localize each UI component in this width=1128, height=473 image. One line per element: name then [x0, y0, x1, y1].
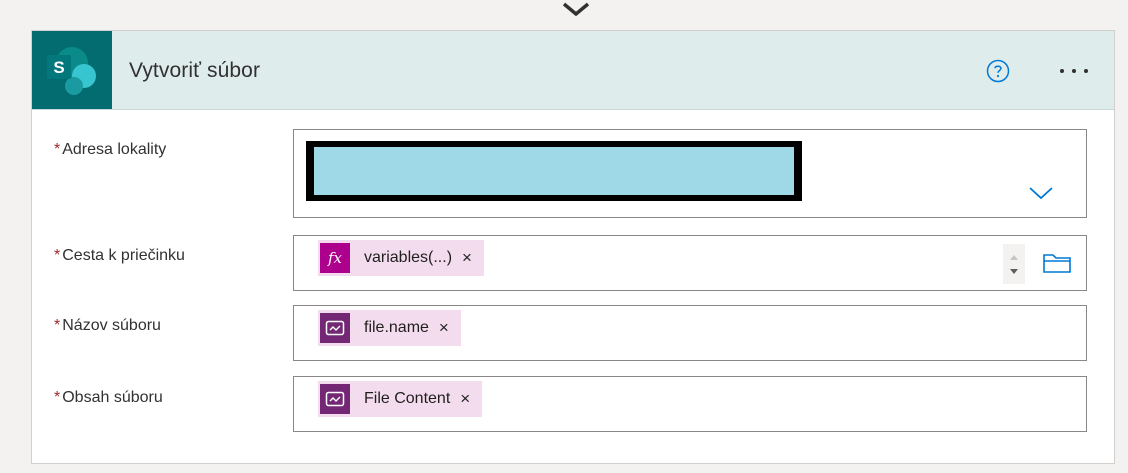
file-name-token[interactable]: file.name ×: [318, 310, 461, 346]
file-content-field[interactable]: File Content ×: [293, 376, 1087, 432]
more-options-button[interactable]: [1054, 59, 1094, 83]
required-marker: *: [54, 141, 61, 158]
chevron-down-icon[interactable]: [1027, 184, 1055, 202]
file-name-label-text: Názov súboru: [62, 317, 161, 334]
sharepoint-logo: S: [32, 31, 112, 109]
token-label: File Content: [364, 390, 451, 407]
power-automate-icon: [320, 313, 350, 343]
action-header[interactable]: S Vytvoriť súbor: [32, 31, 1114, 110]
variables-token[interactable]: fx variables(...) ×: [318, 240, 484, 276]
help-icon: [986, 59, 1010, 83]
folder-path-field[interactable]: fx variables(...) ×: [293, 235, 1087, 291]
folder-path-stepper[interactable]: [1003, 244, 1025, 284]
token-remove-button[interactable]: ×: [462, 248, 472, 268]
redaction-fill: [314, 147, 794, 195]
folder-path-label: * Cesta k priečinku: [54, 247, 185, 265]
sharepoint-icon: S: [47, 47, 96, 95]
required-marker: *: [54, 389, 61, 406]
token-remove-button[interactable]: ×: [439, 318, 449, 338]
flow-arrow-icon: [562, 2, 590, 17]
file-content-label: * Obsah súboru: [54, 389, 163, 407]
action-title: Vytvoriť súbor: [129, 59, 261, 82]
more-icon: [1060, 69, 1088, 73]
help-button[interactable]: [986, 59, 1010, 83]
token-remove-button[interactable]: ×: [460, 389, 470, 409]
required-marker: *: [54, 247, 61, 264]
site-address-label-text: Adresa lokality: [62, 141, 167, 158]
power-automate-icon: [320, 384, 350, 414]
file-content-token[interactable]: File Content ×: [318, 381, 483, 417]
file-name-label: * Názov súboru: [54, 317, 161, 335]
redaction-block: [306, 141, 802, 201]
file-content-label-text: Obsah súboru: [62, 389, 163, 406]
fx-icon: fx: [320, 243, 350, 273]
file-name-field[interactable]: file.name ×: [293, 305, 1087, 361]
required-marker: *: [54, 317, 61, 334]
folder-icon[interactable]: [1042, 251, 1072, 275]
folder-path-label-text: Cesta k priečinku: [62, 247, 185, 264]
logo-letter: S: [53, 58, 64, 77]
token-label: file.name: [364, 319, 429, 336]
action-card: S Vytvoriť súbor * Adresa lokality * Ces…: [31, 30, 1115, 464]
token-label: variables(...): [364, 249, 453, 266]
site-address-label: * Adresa lokality: [54, 141, 166, 159]
site-address-dropdown[interactable]: [293, 129, 1087, 218]
stepper-icon: [1010, 255, 1018, 274]
